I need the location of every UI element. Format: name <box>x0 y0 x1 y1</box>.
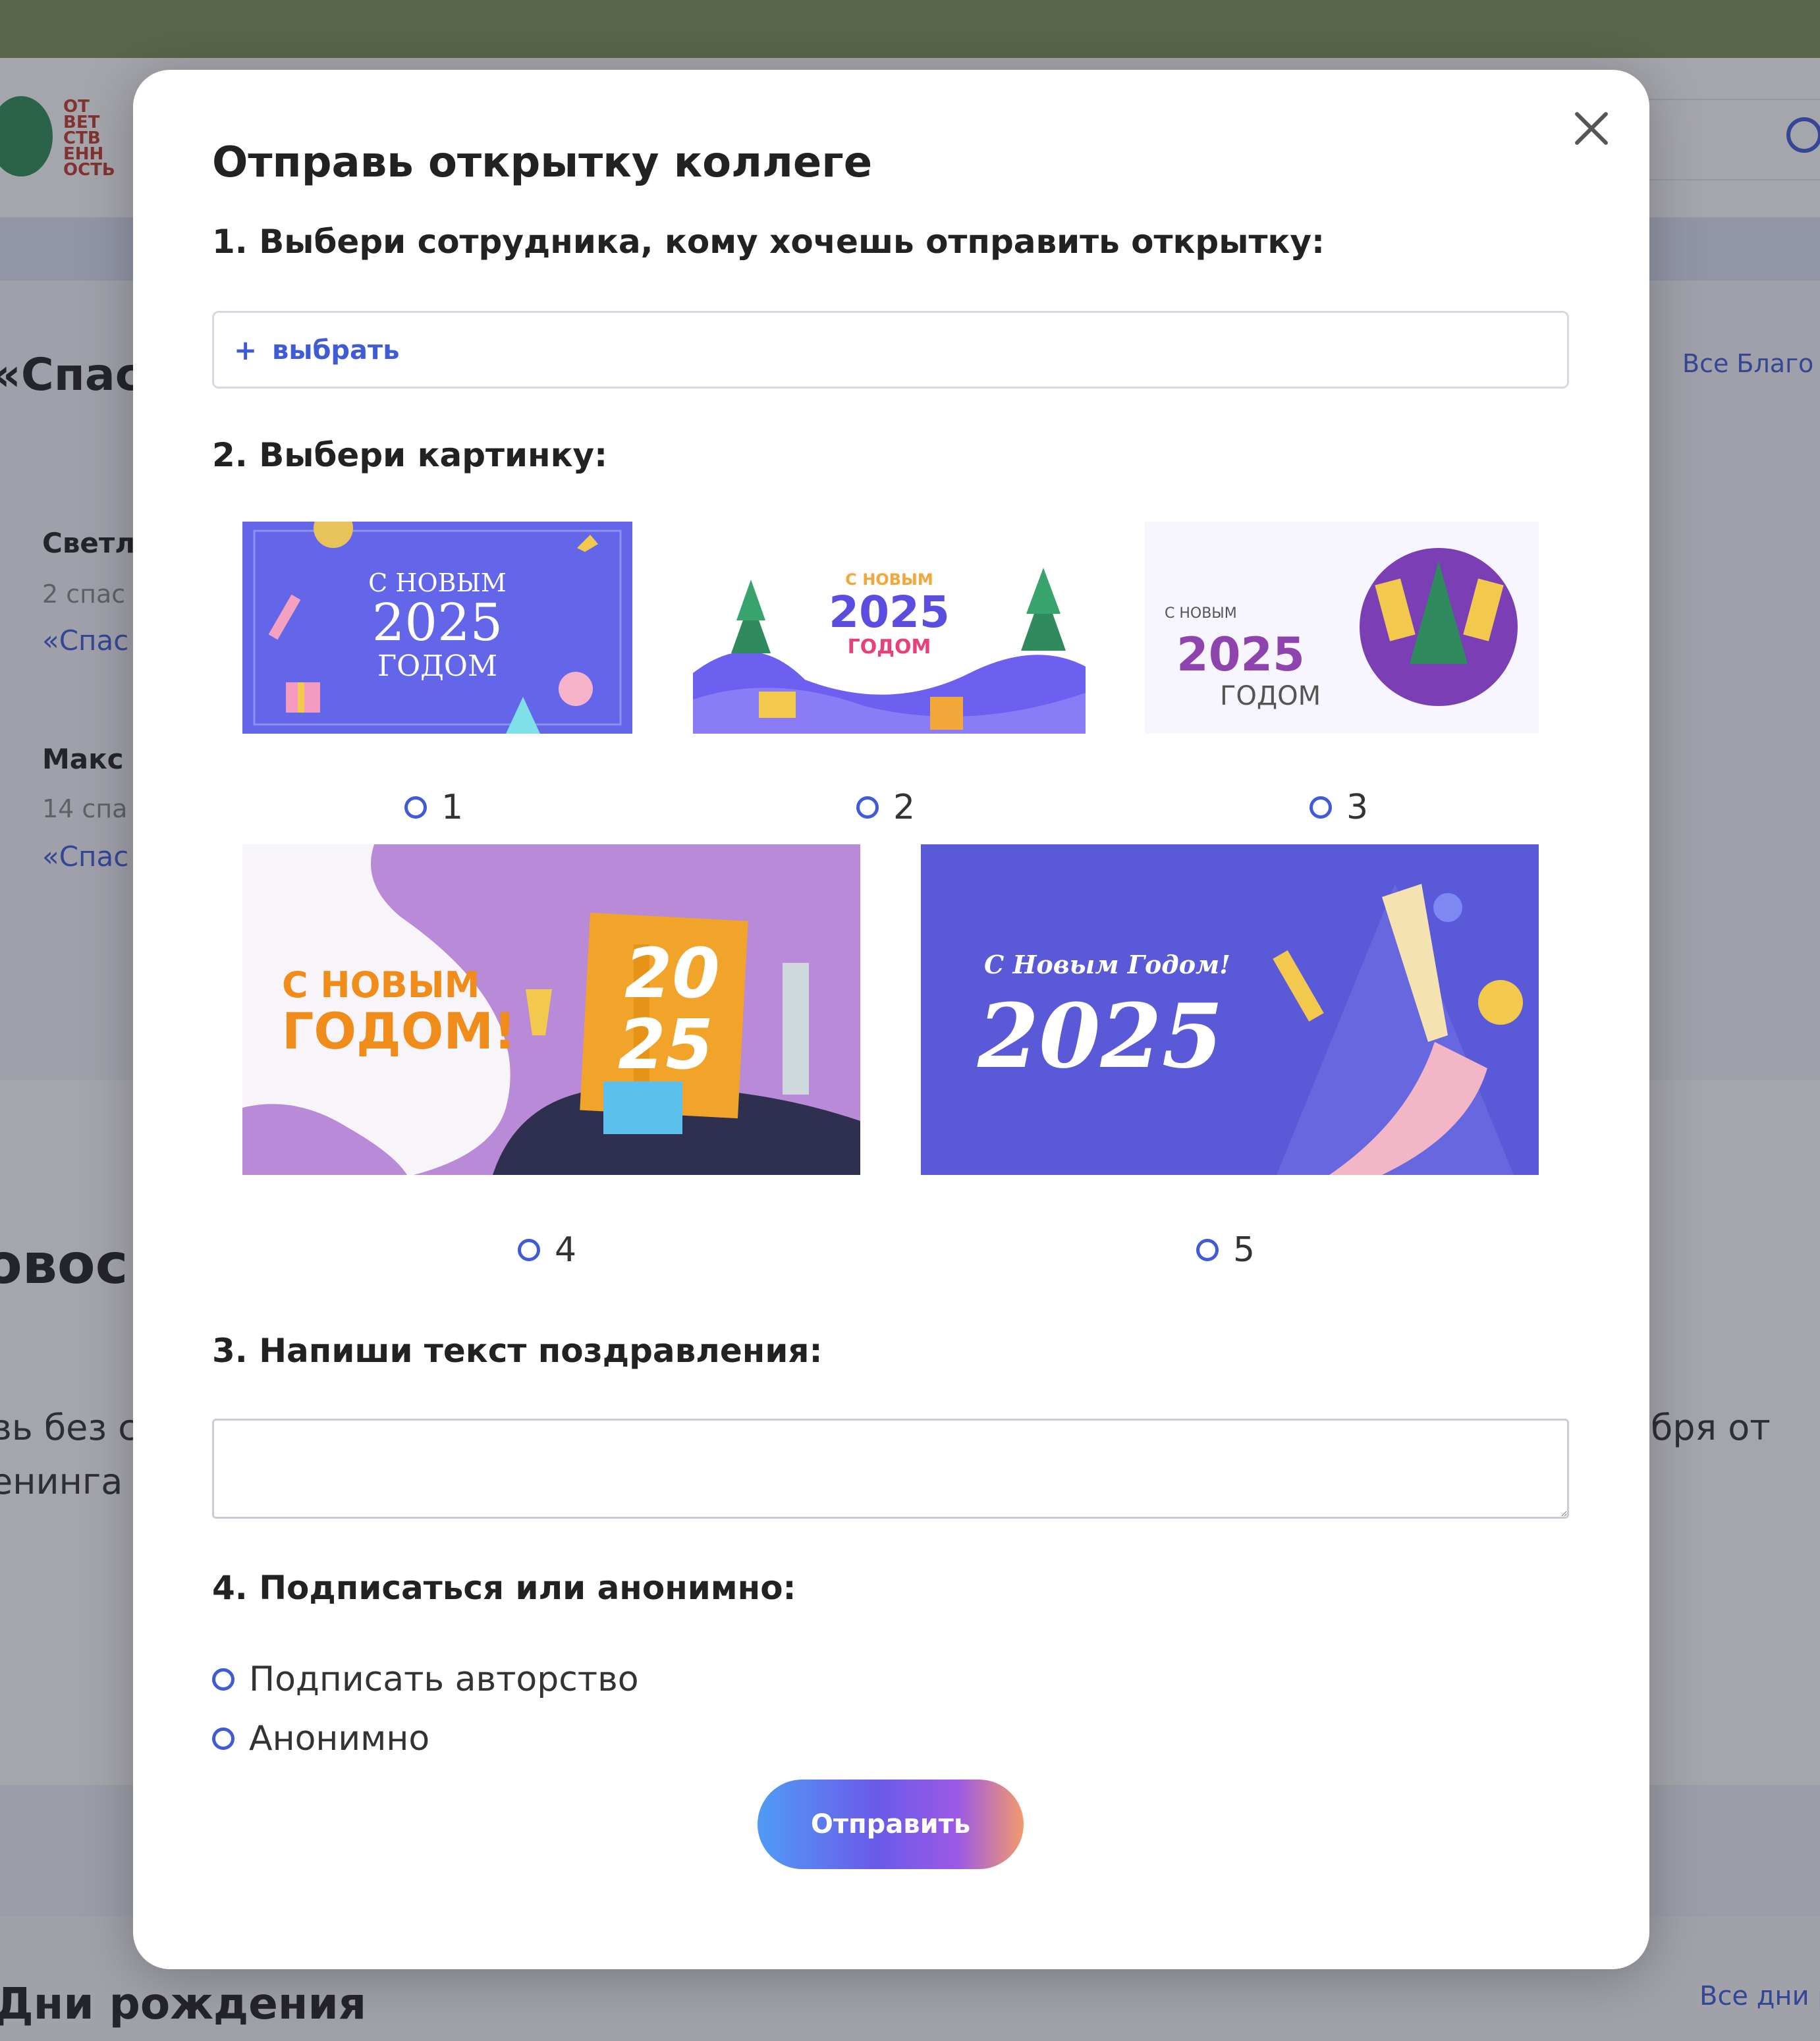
radio-icon[interactable] <box>212 1728 234 1750</box>
card-radio-1[interactable]: 1 <box>404 788 463 827</box>
card-radio-4[interactable]: 4 <box>518 1230 576 1270</box>
card-image-4[interactable]: С НОВЫМ ГОДОМ! 20 25 <box>242 844 860 1175</box>
employee-select[interactable]: + выбрать <box>212 311 1569 389</box>
card-4-text-year-top: 20 <box>624 933 720 1014</box>
card-1-text-year: 2025 <box>372 593 503 653</box>
card-5-text-year: 2025 <box>977 984 1223 1088</box>
close-icon[interactable] <box>1565 103 1618 155</box>
send-card-modal: Отправь открытку коллеге 1. Выбери сотру… <box>133 70 1649 1969</box>
card-option-label: 1 <box>441 788 464 827</box>
card-2-text-top: С НОВЫМ <box>845 570 933 589</box>
card-1-text-bottom: ГОДОМ <box>377 649 497 683</box>
radio-icon[interactable] <box>518 1239 540 1261</box>
sign-authorship-label: Подписать авторство <box>249 1660 639 1699</box>
step3-label: 3. Напиши текст поздравления: <box>212 1332 823 1370</box>
radio-icon[interactable] <box>1310 796 1332 819</box>
card-option-label: 2 <box>893 788 916 827</box>
radio-icon[interactable] <box>404 796 427 819</box>
step2-label: 2. Выбери картинку: <box>212 436 608 474</box>
card-2-text-year: 2025 <box>829 587 950 638</box>
card-4-text-bottom: ГОДОМ! <box>282 1002 516 1060</box>
card-image-2[interactable]: С НОВЫМ 2025 ГОДОМ <box>693 522 1086 734</box>
submit-button[interactable]: Отправить <box>758 1780 1024 1869</box>
step1-label: 1. Выбери сотрудника, кому хочешь отправ… <box>212 223 1325 261</box>
card-3-text-top: С НОВЫМ <box>1165 605 1237 622</box>
card-3-text-bottom: ГОДОМ <box>1220 681 1321 711</box>
sign-authorship-radio[interactable]: Подписать авторство <box>212 1660 639 1699</box>
radio-icon[interactable] <box>1196 1239 1219 1261</box>
card-image-3[interactable]: С НОВЫМ 2025 ГОДОМ <box>1145 522 1539 734</box>
card-image-1[interactable]: С НОВЫМ 2025 ГОДОМ <box>242 522 632 734</box>
plus-icon: + <box>234 334 258 366</box>
card-2-text-bottom: ГОДОМ <box>848 636 931 659</box>
step4-label: 4. Подписаться или анонимно: <box>212 1569 796 1607</box>
employee-select-label: выбрать <box>272 335 400 366</box>
card-4-text-year-bottom: 25 <box>618 1004 713 1085</box>
radio-icon[interactable] <box>212 1668 234 1691</box>
card-3-text-year: 2025 <box>1176 628 1305 682</box>
anonymous-radio[interactable]: Анонимно <box>212 1719 429 1758</box>
greeting-textarea[interactable] <box>212 1419 1569 1519</box>
modal-title: Отправь открытку коллеге <box>212 138 873 187</box>
card-option-label: 3 <box>1346 788 1369 827</box>
card-4-text-top: С НОВЫМ <box>282 964 480 1006</box>
card-image-5[interactable]: С Новым Годом! 2025 <box>921 844 1539 1175</box>
radio-icon[interactable] <box>856 796 879 819</box>
card-radio-3[interactable]: 3 <box>1310 788 1368 827</box>
card-option-label: 4 <box>555 1230 577 1270</box>
card-5-text-top: С Новым Годом! <box>984 950 1230 979</box>
card-radio-2[interactable]: 2 <box>856 788 915 827</box>
anonymous-label: Анонимно <box>249 1719 430 1758</box>
card-radio-5[interactable]: 5 <box>1196 1230 1255 1270</box>
card-option-label: 5 <box>1233 1230 1255 1270</box>
